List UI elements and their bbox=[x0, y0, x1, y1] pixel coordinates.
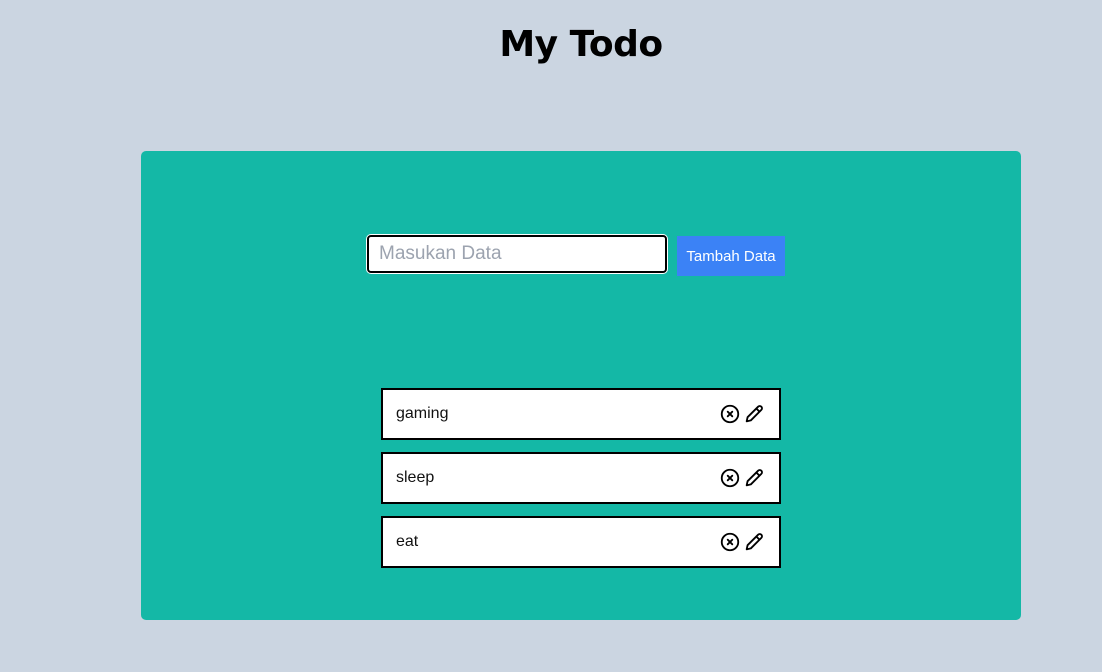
pencil-icon[interactable] bbox=[743, 467, 765, 489]
todo-item: eat bbox=[381, 516, 781, 568]
todo-item-text: sleep bbox=[396, 469, 435, 486]
circle-x-icon[interactable] bbox=[719, 467, 741, 489]
todo-input[interactable] bbox=[367, 235, 667, 273]
todo-actions bbox=[719, 531, 765, 553]
pencil-icon[interactable] bbox=[743, 403, 765, 425]
todo-actions bbox=[719, 403, 765, 425]
todo-item-text: gaming bbox=[396, 405, 449, 422]
pencil-icon[interactable] bbox=[743, 531, 765, 553]
todo-card: Tambah Data gaming sleep bbox=[141, 151, 1021, 620]
page: My Todo Tambah Data gaming sleep bbox=[0, 0, 1102, 672]
todo-list: gaming sleep eat bbox=[381, 388, 781, 580]
page-title: My Todo bbox=[499, 24, 663, 65]
circle-x-icon[interactable] bbox=[719, 403, 741, 425]
add-todo-button[interactable]: Tambah Data bbox=[677, 236, 785, 276]
todo-item-text: eat bbox=[396, 533, 419, 550]
todo-item: sleep bbox=[381, 452, 781, 504]
todo-actions bbox=[719, 467, 765, 489]
todo-item: gaming bbox=[381, 388, 781, 440]
circle-x-icon[interactable] bbox=[719, 531, 741, 553]
